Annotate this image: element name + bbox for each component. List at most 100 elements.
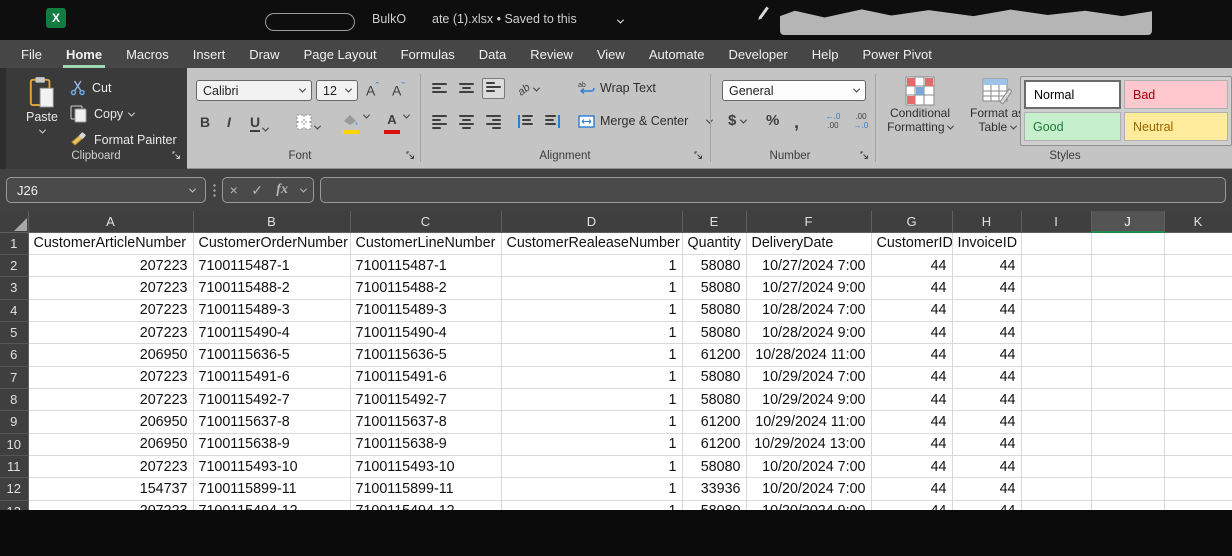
cell[interactable]: 33936	[682, 478, 746, 500]
cell[interactable]: 44	[952, 433, 1021, 455]
cell[interactable]	[1021, 277, 1091, 299]
cell[interactable]: 1	[501, 299, 682, 321]
cell[interactable]: 10/29/2024 11:00	[746, 411, 871, 433]
style-chip-normal[interactable]: Normal	[1024, 80, 1121, 109]
cell[interactable]: 44	[952, 254, 1021, 276]
cut-button[interactable]: Cut	[70, 78, 111, 98]
cell[interactable]	[1091, 478, 1164, 500]
cell[interactable]: 44	[871, 433, 952, 455]
cell[interactable]: 44	[871, 478, 952, 500]
cell[interactable]: 44	[871, 455, 952, 477]
cell[interactable]: CustomerOrderNumber	[193, 232, 350, 254]
top-align-button[interactable]	[432, 82, 447, 96]
cell[interactable]	[1091, 232, 1164, 254]
tab-help[interactable]: Help	[809, 40, 842, 68]
cell[interactable]: 7100115492-7	[350, 388, 501, 410]
comma-style-button[interactable]: ,	[794, 112, 799, 133]
cell[interactable]	[1091, 366, 1164, 388]
tab-formulas[interactable]: Formulas	[398, 40, 458, 68]
font-size-combobox[interactable]: 12	[316, 80, 358, 101]
column-header-I[interactable]: I	[1021, 211, 1091, 232]
cell[interactable]	[1091, 411, 1164, 433]
align-left-button[interactable]	[432, 114, 447, 128]
cell[interactable]: CustomerArticleNumber	[28, 232, 193, 254]
tab-page-layout[interactable]: Page Layout	[301, 40, 380, 68]
bold-button[interactable]: B	[200, 114, 210, 130]
borders-button[interactable]	[296, 114, 320, 130]
cell[interactable]	[1021, 455, 1091, 477]
cell[interactable]: 10/28/2024 9:00	[746, 321, 871, 343]
row-header-11[interactable]: 11	[0, 455, 28, 477]
cell[interactable]: 7100115488-2	[350, 277, 501, 299]
style-chip-bad[interactable]: Bad	[1124, 80, 1228, 109]
cell[interactable]: 1	[501, 478, 682, 500]
cell[interactable]: 1	[501, 411, 682, 433]
column-header-H[interactable]: H	[952, 211, 1021, 232]
paste-button[interactable]: Paste	[20, 76, 64, 154]
insert-function-icon[interactable]: fx	[276, 182, 288, 198]
middle-align-button[interactable]	[459, 82, 474, 96]
column-header-G[interactable]: G	[871, 211, 952, 232]
cell[interactable]	[1021, 366, 1091, 388]
cell[interactable]: 44	[952, 455, 1021, 477]
font-color-button[interactable]: A	[384, 114, 400, 134]
cell[interactable]: 7100115490-4	[350, 321, 501, 343]
cell[interactable]: 44	[952, 366, 1021, 388]
decrease-indent-button[interactable]	[518, 114, 533, 128]
cell[interactable]	[1021, 299, 1091, 321]
merge-center-button[interactable]: Merge & Center	[578, 114, 712, 128]
select-all-corner[interactable]	[0, 211, 28, 232]
cell[interactable]	[1021, 344, 1091, 366]
enter-icon[interactable]: ✓	[251, 182, 263, 199]
cell[interactable]: 7100115488-2	[193, 277, 350, 299]
cancel-icon[interactable]: ×	[230, 182, 238, 198]
tab-draw[interactable]: Draw	[246, 40, 282, 68]
cell[interactable]	[1091, 254, 1164, 276]
increase-indent-button[interactable]	[545, 114, 560, 128]
cell[interactable]	[1091, 433, 1164, 455]
alignment-dialog-launcher[interactable]	[694, 150, 706, 162]
column-header-E[interactable]: E	[682, 211, 746, 232]
cell[interactable]: 207223	[28, 366, 193, 388]
cell[interactable]: 44	[952, 344, 1021, 366]
row-header-3[interactable]: 3	[0, 277, 28, 299]
tab-file[interactable]: File	[18, 40, 45, 68]
increase-font-size-button[interactable]: Aˆ	[366, 81, 379, 99]
cell[interactable]: 10/28/2024 11:00	[746, 344, 871, 366]
cell[interactable]: 44	[871, 366, 952, 388]
tab-insert[interactable]: Insert	[190, 40, 229, 68]
cell[interactable]	[1164, 411, 1232, 433]
cell[interactable]: 7100115637-8	[193, 411, 350, 433]
cell[interactable]: 7100115491-6	[193, 366, 350, 388]
align-center-button[interactable]	[459, 114, 474, 128]
cell[interactable]: DeliveryDate	[746, 232, 871, 254]
cell[interactable]: 7100115637-8	[350, 411, 501, 433]
cell[interactable]: 44	[871, 277, 952, 299]
cell[interactable]	[1091, 321, 1164, 343]
cell[interactable]: 10/20/2024 7:00	[746, 455, 871, 477]
cell[interactable]: CustomerLineNumber	[350, 232, 501, 254]
cell[interactable]	[1021, 254, 1091, 276]
row-header-1[interactable]: 1	[0, 232, 28, 254]
fx-chevron-icon[interactable]	[300, 185, 307, 192]
row-header-5[interactable]: 5	[0, 321, 28, 343]
number-dialog-launcher[interactable]	[860, 150, 872, 162]
cell[interactable]: 7100115638-9	[350, 433, 501, 455]
row-header-4[interactable]: 4	[0, 299, 28, 321]
row-header-12[interactable]: 12	[0, 478, 28, 500]
percent-style-button[interactable]: %	[766, 112, 779, 129]
tab-home[interactable]: Home	[63, 40, 105, 68]
accounting-format-button[interactable]: $	[728, 112, 746, 129]
cell[interactable]: 7100115899-11	[193, 478, 350, 500]
cell[interactable]: 1	[501, 321, 682, 343]
font-color-chevron[interactable]	[404, 114, 409, 119]
row-header-8[interactable]: 8	[0, 388, 28, 410]
cell[interactable]: 10/20/2024 7:00	[746, 478, 871, 500]
cell[interactable]: 44	[871, 411, 952, 433]
bottom-align-button[interactable]	[482, 78, 505, 99]
cell[interactable]	[1021, 411, 1091, 433]
cell[interactable]: 7100115636-5	[350, 344, 501, 366]
decrease-decimal-button[interactable]: .00→.0	[848, 112, 874, 130]
cell[interactable]	[1164, 344, 1232, 366]
cell[interactable]: 206950	[28, 433, 193, 455]
